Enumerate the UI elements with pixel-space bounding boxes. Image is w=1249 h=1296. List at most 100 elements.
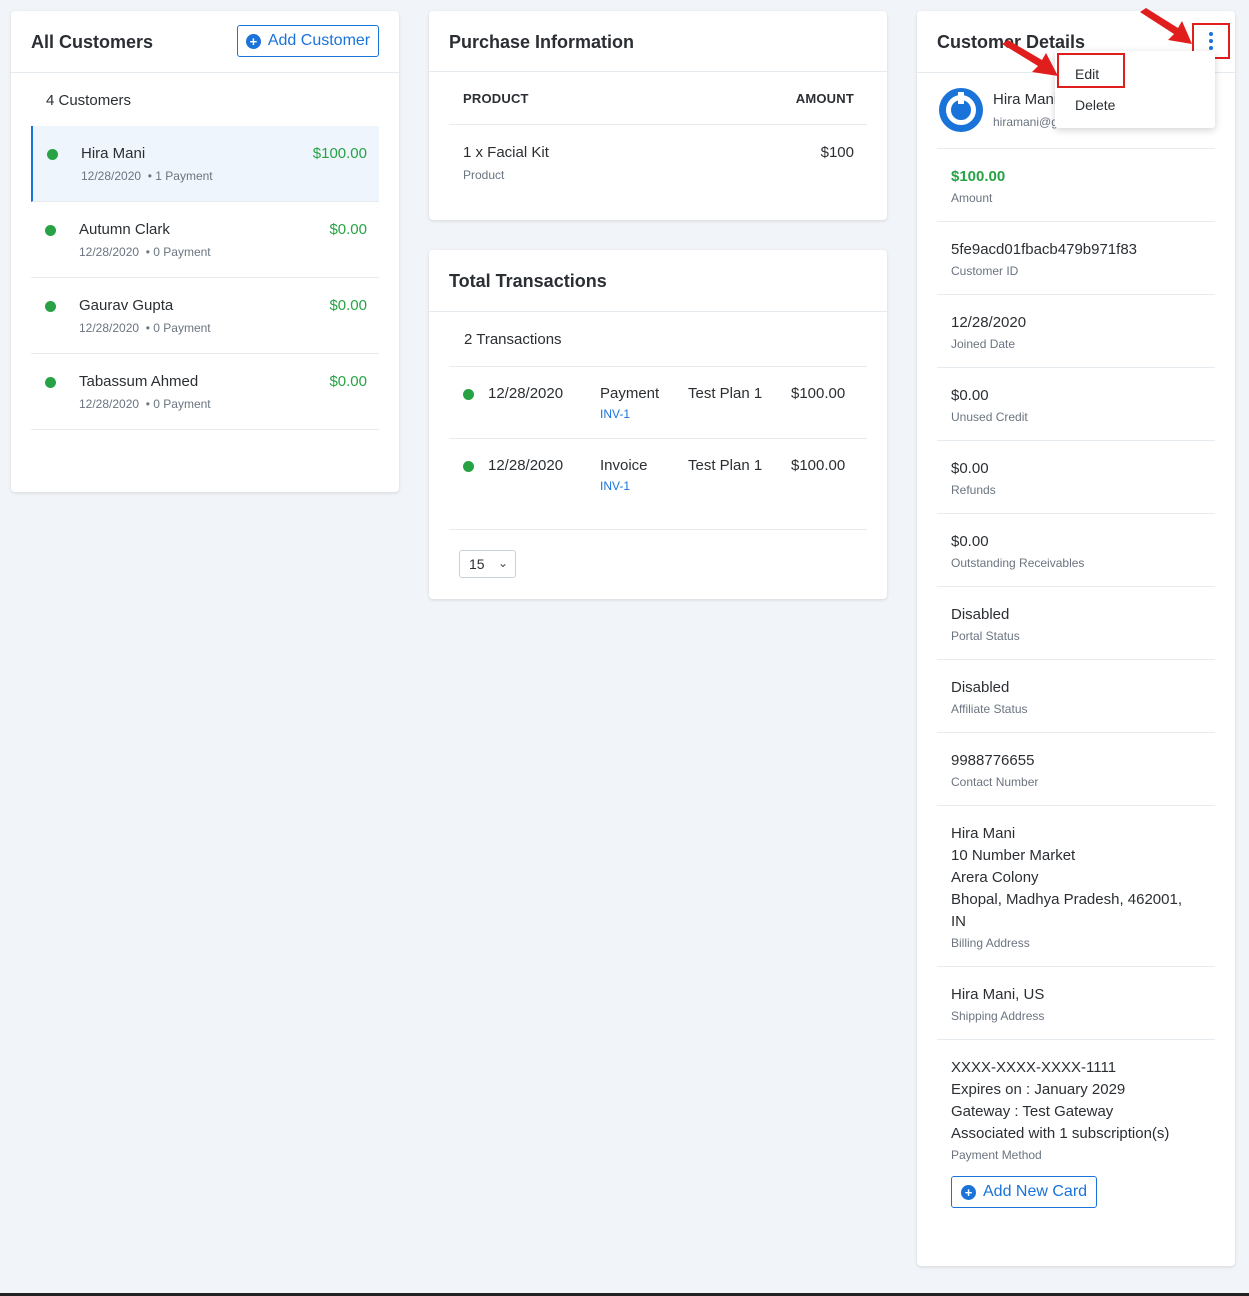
transaction-type: Payment [600, 385, 660, 402]
annotation-arrow-icon [1140, 8, 1192, 44]
detail-label: Portal Status [951, 629, 1020, 643]
add-new-card-button[interactable]: + Add New Card [951, 1176, 1098, 1208]
detail-value: 9988776655 [951, 752, 1035, 769]
customer-name: Tabassum Ahmed [79, 373, 199, 390]
divider [449, 124, 867, 125]
edit-highlight-box [1057, 53, 1125, 88]
detail-value: 12/28/2020 [951, 314, 1027, 331]
purchase-header: Purchase Information [429, 11, 887, 72]
page-size-value: 15 [469, 556, 485, 572]
detail-label: Contact Number [951, 775, 1039, 789]
transaction-row[interactable]: 12/28/2020 Payment INV-1 Test Plan 1 $10… [449, 366, 867, 438]
detail-value: $100.00 [951, 168, 1006, 185]
detail-value: Hira Mani, US [951, 986, 1045, 1003]
customer-name: Gaurav Gupta [79, 297, 174, 314]
customer-name: Autumn Clark [79, 221, 170, 238]
transactions-title: Total Transactions [449, 271, 607, 291]
customer-amount: $0.00 [329, 221, 367, 238]
total-transactions-panel: Total Transactions 2 Transactions 12/28/… [429, 250, 887, 599]
product-amount: $100 [820, 144, 854, 161]
detail-label: Customer ID [951, 264, 1019, 278]
invoice-link[interactable]: INV-1 [600, 479, 630, 493]
all-customers-panel: All Customers + Add Customer 4 Customers… [11, 11, 399, 492]
customer-list-item[interactable]: Gaurav Gupta 12/28/2020 • 0 Payment $0.0… [31, 278, 379, 354]
detail-value: $0.00 [951, 387, 989, 404]
page-size-select[interactable]: 15 ⌄ [459, 550, 516, 578]
customers-header: All Customers + Add Customer [11, 11, 399, 73]
detail-label: Refunds [951, 483, 996, 497]
transaction-type: Invoice [600, 457, 648, 474]
power-icon [946, 92, 976, 125]
plus-circle-icon: + [961, 1184, 976, 1200]
detail-payment-method: XXXX-XXXX-XXXX-1111 Expires on : January… [937, 1040, 1215, 1224]
transaction-plan: Test Plan 1 [688, 457, 763, 474]
transaction-row[interactable]: 12/28/2020 Invoice INV-1 Test Plan 1 $10… [449, 438, 867, 510]
detail-list: $100.00 Amount 5fe9acd01fbacb479b971f83 … [937, 149, 1215, 1224]
detail-portal-status: Disabled Portal Status [937, 587, 1215, 660]
transactions-header: Total Transactions [429, 250, 887, 312]
profile-email: hiramani@g [993, 115, 1058, 129]
customer-list-item[interactable]: Hira Mani 12/28/2020 • 1 Payment $100.00 [31, 126, 379, 202]
customer-meta: 12/28/2020 • 0 Payment [79, 245, 211, 259]
detail-label: Payment Method [951, 1148, 1042, 1162]
detail-label: Affiliate Status [951, 702, 1028, 716]
detail-unused-credit: $0.00 Unused Credit [937, 368, 1215, 441]
detail-label: Amount [951, 191, 993, 205]
detail-value: 5fe9acd01fbacb479b971f83 [951, 241, 1138, 258]
detail-label: Unused Credit [951, 410, 1028, 424]
transaction-date: 12/28/2020 [488, 385, 564, 402]
detail-label: Billing Address [951, 936, 1030, 950]
detail-value: XXXX-XXXX-XXXX-1111 Expires on : January… [951, 1059, 1170, 1142]
customer-meta: 12/28/2020 • 1 Payment [81, 169, 213, 183]
customer-amount: $0.00 [329, 297, 367, 314]
detail-label: Shipping Address [951, 1009, 1045, 1023]
status-dot-icon [47, 149, 58, 160]
detail-shipping-address: Hira Mani, US Shipping Address [937, 967, 1215, 1040]
status-dot-icon [463, 461, 474, 472]
customers-count: 4 Customers [46, 92, 132, 109]
detail-value: $0.00 [951, 533, 989, 550]
detail-value: Hira Mani 10 Number Market Arera Colony … [951, 825, 1182, 930]
detail-affiliate-status: Disabled Affiliate Status [937, 660, 1215, 733]
annotation-arrow-icon [1002, 40, 1058, 76]
menu-item-delete[interactable]: Delete [1075, 97, 1115, 113]
profile-name: Hira Mani [993, 91, 1058, 108]
invoice-link[interactable]: INV-1 [600, 407, 630, 421]
product-type: Product [463, 168, 505, 182]
transaction-plan: Test Plan 1 [688, 385, 763, 402]
detail-outstanding-receivables: $0.00 Outstanding Receivables [937, 514, 1215, 587]
purchase-title: Purchase Information [449, 32, 635, 52]
kebab-menu-icon [1209, 32, 1213, 36]
transaction-amount: $100.00 [791, 457, 846, 474]
customer-list-item[interactable]: Autumn Clark 12/28/2020 • 0 Payment $0.0… [31, 202, 379, 278]
status-dot-icon [45, 377, 56, 388]
customers-title: All Customers [31, 32, 154, 52]
column-header-amount: AMOUNT [795, 91, 854, 106]
kebab-dot [1209, 39, 1213, 43]
status-dot-icon [463, 389, 474, 400]
detail-value: Disabled [951, 679, 1010, 696]
detail-contact-number: 9988776655 Contact Number [937, 733, 1215, 806]
product-name: 1 x Facial Kit [463, 144, 549, 161]
detail-value: Disabled [951, 606, 1010, 623]
purchase-information-panel: Purchase Information PRODUCT AMOUNT 1 x … [429, 11, 887, 220]
detail-joined-date: 12/28/2020 Joined Date [937, 295, 1215, 368]
customer-name: Hira Mani [81, 145, 146, 162]
add-customer-button[interactable]: + Add Customer [237, 25, 379, 57]
kebab-dot [1209, 46, 1213, 50]
customer-list-item[interactable]: Tabassum Ahmed 12/28/2020 • 0 Payment $0… [31, 354, 379, 430]
transactions-count: 2 Transactions [464, 331, 562, 348]
avatar [939, 88, 983, 132]
detail-refunds: $0.00 Refunds [937, 441, 1215, 514]
detail-label: Joined Date [951, 337, 1016, 351]
customer-list: Hira Mani 12/28/2020 • 1 Payment $100.00… [31, 126, 379, 430]
column-header-product: PRODUCT [463, 91, 529, 106]
detail-customer-id: 5fe9acd01fbacb479b971f83 Customer ID [937, 222, 1215, 295]
add-new-card-label: Add New Card [983, 1183, 1088, 1200]
detail-value: $0.00 [951, 460, 989, 477]
plus-circle-icon: + [245, 33, 261, 49]
status-dot-icon [45, 301, 56, 312]
detail-amount: $100.00 Amount [937, 149, 1215, 222]
customer-details-panel: Customer Details Hira Mani hiramani@g $1… [917, 11, 1235, 1266]
chevron-down-icon: ⌄ [497, 556, 508, 570]
